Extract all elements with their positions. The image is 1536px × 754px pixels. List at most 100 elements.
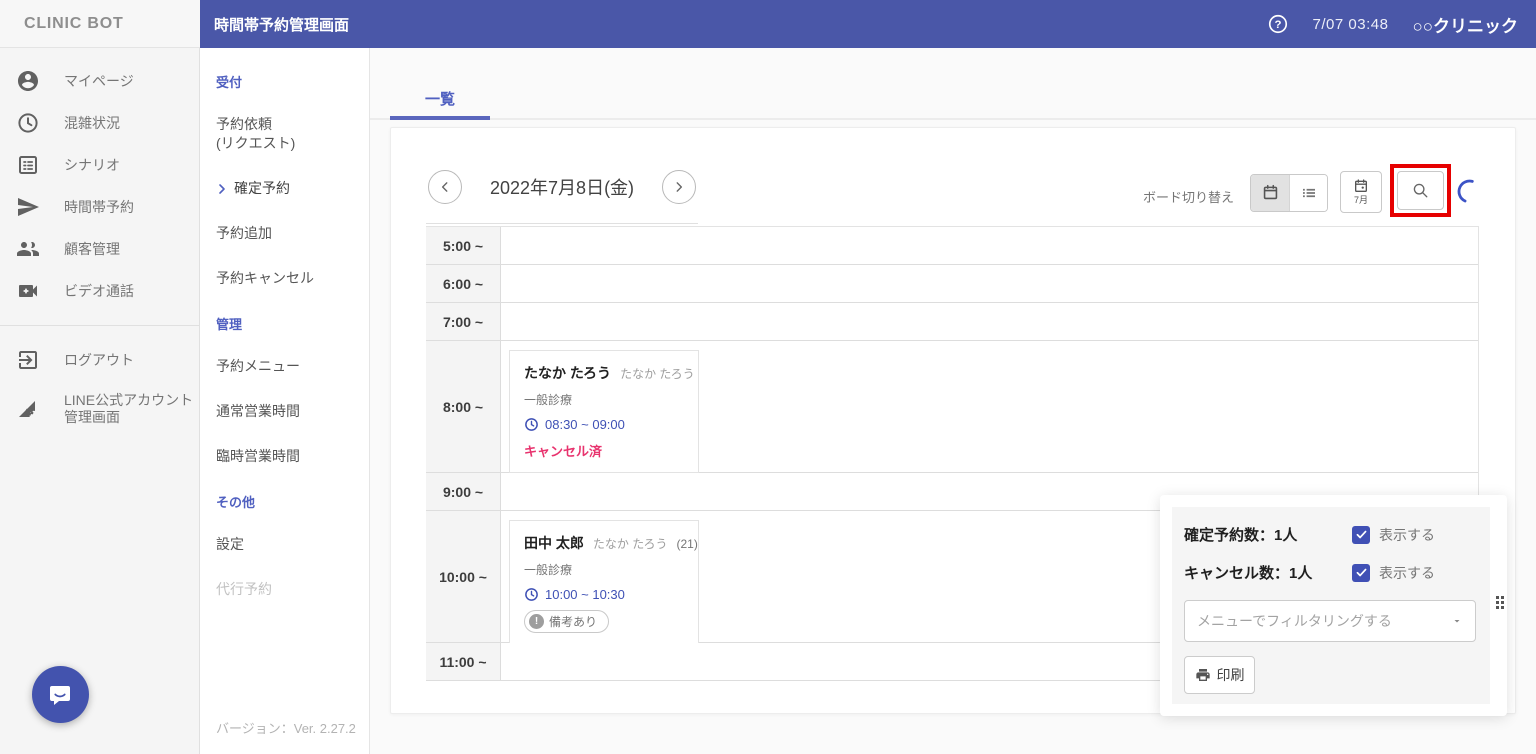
cancelled-show-checkbox[interactable] [1352,563,1370,582]
next-day-button[interactable] [662,170,697,204]
sidebar-item-customers[interactable]: 顧客管理 [0,228,199,270]
list-view-icon [1300,184,1318,202]
chevron-right-icon [672,180,686,194]
header-datetime: 7/07 03:48 [1312,15,1389,33]
time-label: 9:00 ~ [426,473,501,510]
drag-handle-icon[interactable] [1496,596,1504,609]
time-row: 7:00 ~ [426,303,1478,341]
check-icon [1355,528,1368,541]
annotation-highlight-box [1390,164,1451,217]
subnav-item-settings[interactable]: 設定 [216,535,359,554]
video-call-icon [16,279,40,303]
toolbar-right: ボード切り替え 7月 [1143,164,1483,217]
time-label: 6:00 ~ [426,265,501,302]
menu-filter-placeholder: メニューでフィルタリングする [1197,613,1392,629]
list-view-button[interactable] [1289,174,1327,211]
clinic-name[interactable]: ○○クリニック [1412,12,1518,37]
sidebar-item-scenario[interactable]: シナリオ [0,144,199,186]
time-row: 8:00 ~ たなか たろう たなか たろう 一般診療 08:30 ~ 09:0 [426,341,1478,473]
month-picker-button[interactable]: 7月 [1340,170,1382,213]
confirmed-show-checkbox[interactable] [1352,525,1370,544]
summary-panel-body: 確定予約数：1人 表示する キャンセル数：1人 表示する メニューでフィルタリン… [1172,507,1490,704]
clock-icon [16,111,40,135]
main-content: 一覧 2022年7月8日(金) ボード切り替え 7月 5:00 ~ 6:00 ~… [370,48,1536,754]
toolbar: 2022年7月8日(金) ボード切り替え 7月 [391,128,1515,226]
subnav-item-special-hours[interactable]: 臨時営業時間 [216,447,359,466]
sidebar-item-congestion[interactable]: 混雑状況 [0,102,199,144]
send-icon [16,195,40,219]
subnav-heading-manage: 管理 [216,317,243,332]
print-icon [1195,667,1211,683]
sidebar-item-line-admin[interactable]: LINE公式アカウント 管理画面 [0,381,199,437]
sidebar-item-label: シナリオ [64,157,120,173]
time-slot[interactable] [501,227,1478,264]
sidebar-divider [0,325,199,326]
date-navigation: 2022年7月8日(金) [426,170,699,224]
time-row: 5:00 ~ [426,227,1478,265]
subnav-item-regular-hours[interactable]: 通常営業時間 [216,402,359,421]
time-label: 7:00 ~ [426,303,501,340]
line-admin-icon [16,397,40,421]
subnav-item-request[interactable]: 予約依頼 (リクエスト) [216,115,359,153]
search-button[interactable] [1397,171,1444,210]
time-slot[interactable] [501,265,1478,302]
appointment-card-cancelled[interactable]: たなか たろう たなか たろう 一般診療 08:30 ~ 09:00 キャンセル… [509,350,699,473]
help-icon[interactable]: ? [1267,13,1289,35]
patient-age: (21) [676,537,698,551]
subnav-item-cancel[interactable]: 予約キャンセル [216,269,359,288]
current-date-label: 2022年7月8日(金) [490,178,635,198]
appointment-time: 08:30 ~ 09:00 [545,417,625,432]
confirmed-count-label: 確定予約数：1人 [1184,527,1298,544]
tab-list[interactable]: 一覧 [390,80,490,120]
summary-panel: 確定予約数：1人 表示する キャンセル数：1人 表示する メニューでフィルタリン… [1160,495,1507,716]
sidebar-item-label: 混雑状況 [64,115,120,131]
sidebar-item-timeslot-booking[interactable]: 時間帯予約 [0,186,199,228]
sidebar-item-label: マイページ [64,73,134,89]
sidebar-item-label: LINE公式アカウント 管理画面 [64,392,194,425]
calendar-month-icon [1353,178,1369,194]
subnav-item-proxy-booking: 代行予約 [216,581,272,597]
time-label: 8:00 ~ [426,341,501,472]
subnav-item-confirmed[interactable]: 確定予約 [216,179,359,198]
time-label: 5:00 ~ [426,227,501,264]
chat-launcher-button[interactable] [32,666,89,723]
time-slot[interactable] [501,303,1478,340]
sidebar-item-label: 時間帯予約 [64,199,134,215]
patient-kana: たなか たろう [620,367,695,381]
print-button[interactable]: 印刷 [1184,656,1255,694]
search-icon [1411,181,1430,200]
calendar-icon [1261,183,1280,202]
time-label: 10:00 ~ [426,511,501,642]
dropdown-caret-icon [1451,615,1463,627]
appointment-time: 10:00 ~ 10:30 [545,587,625,602]
patient-name: たなか たろう [524,365,612,381]
subnav-heading-reception: 受付 [216,75,243,90]
appointment-menu: 一般診療 [524,563,573,577]
sidebar-item-mypage[interactable]: マイページ [0,60,199,102]
header-bar: 時間帯予約管理画面 ? 7/07 03:48 ○○クリニック [200,0,1536,48]
svg-text:?: ? [1274,19,1281,31]
show-checkbox-label: 表示する [1379,526,1435,543]
subnav-item-menu[interactable]: 予約メニュー [216,357,359,376]
subnav-item-add[interactable]: 予約追加 [216,224,359,243]
menu-filter-select[interactable]: メニューでフィルタリングする [1184,600,1476,642]
tab-bar: 一覧 [370,48,1536,120]
prev-day-button[interactable] [428,170,462,204]
sidebar-item-video-call[interactable]: ビデオ通話 [0,270,199,312]
account-circle-icon [16,69,40,93]
time-slot[interactable]: たなか たろう たなか たろう 一般診療 08:30 ~ 09:00 キャンセル… [501,341,1478,473]
board-toggle-label: ボード切り替え [1142,190,1234,205]
cancelled-count-label: キャンセル数：1人 [1184,565,1313,582]
page-title: 時間帯予約管理画面 [214,16,350,34]
time-row: 6:00 ~ [426,265,1478,303]
sidebar-item-label: ビデオ通話 [64,283,134,299]
calendar-view-button[interactable] [1251,174,1289,211]
board-view-toggle [1250,173,1328,212]
list-alt-icon [16,153,40,177]
sidebar-item-logout[interactable]: ログアウト [0,339,199,381]
patient-name: 田中 太郎 [524,535,584,551]
patient-kana: たなか たろう [592,537,668,551]
appointment-card-confirmed[interactable]: 田中 太郎 たなか たろう (21) 一般診療 10:00 ~ 10:30 ! … [509,520,699,646]
note-badge: ! 備考あり [524,610,610,633]
loading-spinner [1456,178,1483,205]
